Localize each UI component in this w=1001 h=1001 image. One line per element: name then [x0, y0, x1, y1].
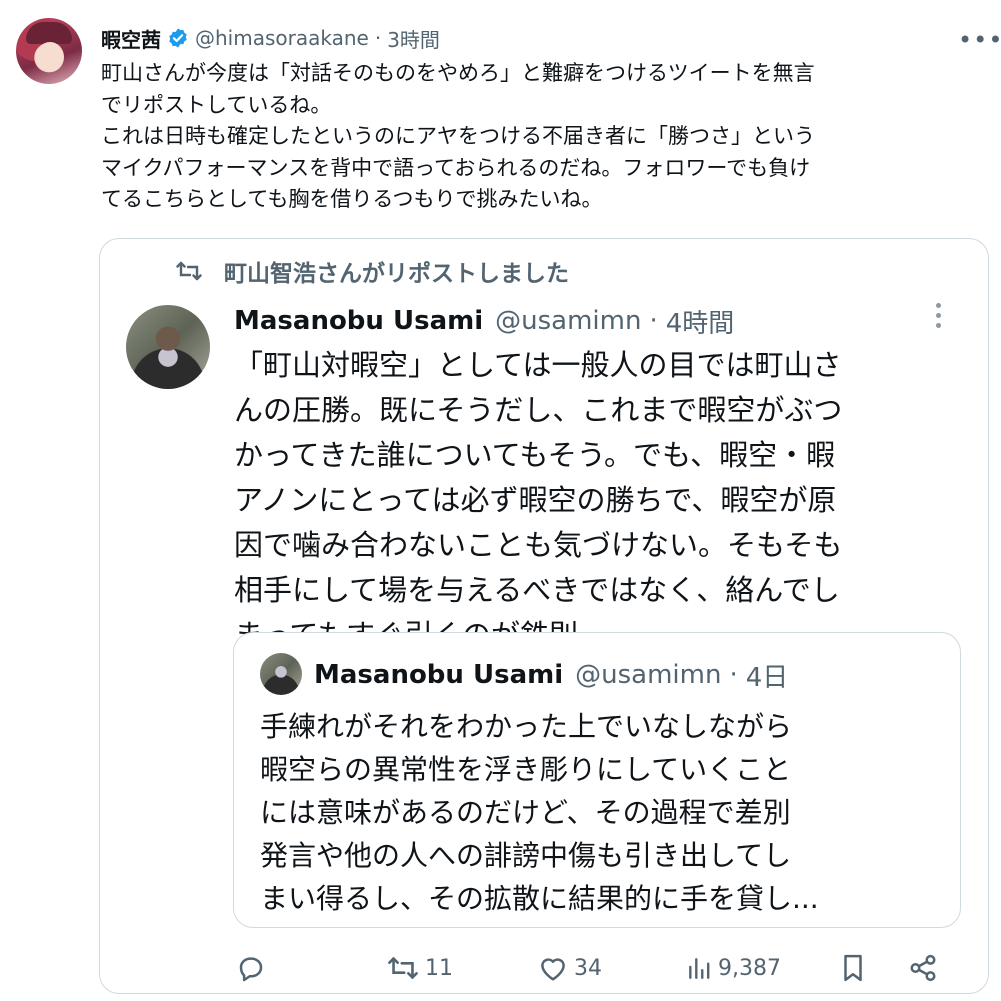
share-icon — [910, 954, 936, 982]
post-text: 町山さんが今度は「対話そのものをやめろ」と難癖をつけるツイートを無言 でリポスト… — [101, 61, 815, 211]
like-count: 34 — [574, 955, 602, 981]
author-handle[interactable]: @himasoraakane — [195, 26, 369, 50]
repost-context: 町山智浩さんがリポストしました — [176, 253, 569, 289]
action-bar: 11 34 9,387 — [100, 945, 988, 991]
inner-author-name: Masanobu Usami — [314, 660, 564, 690]
quoted-post-text: 「町山対暇空」としては一般人の目では町山さ んの圧勝。既にそうだし、これまで暇空… — [234, 348, 843, 652]
views-count: 9,387 — [718, 955, 781, 981]
bookmark-button[interactable] — [840, 945, 872, 991]
repost-button[interactable]: 11 — [387, 945, 453, 991]
like-button[interactable]: 34 — [538, 945, 602, 991]
quoted-avatar[interactable] — [126, 305, 210, 389]
inner-post-time: 4日 — [745, 662, 789, 693]
inner-author-row: Masanobu Usami @usamimn · 4日 — [314, 655, 788, 695]
repost-count: 11 — [425, 955, 453, 981]
inner-meta-separator: · — [729, 660, 738, 690]
reply-icon — [239, 957, 263, 982]
repost-count-icon — [388, 957, 418, 979]
quoted-post-time[interactable]: 4時間 — [666, 303, 735, 340]
inner-post-text: 手練れがそれをわかった上でいなしながら 暇空らの異常性を浮き彫りにしていくこと … — [260, 710, 819, 915]
views-icon — [689, 958, 710, 979]
quoted-author-handle[interactable]: @usamimn — [495, 306, 641, 336]
quoted-author-row: Masanobu Usami @usamimn · 4時間 — [234, 301, 734, 341]
more-icon[interactable]: ••• — [958, 26, 1001, 54]
avatar-face — [36, 42, 64, 72]
avatar[interactable] — [16, 18, 82, 84]
heart-icon — [541, 958, 565, 981]
quoted-author-name[interactable]: Masanobu Usami — [234, 306, 483, 336]
inner-avatar — [260, 653, 302, 695]
inner-quoted-card[interactable]: Masanobu Usami @usamimn · 4日 手練れがそれをわかった… — [233, 632, 961, 928]
author-name[interactable]: 暇空茜 — [101, 24, 161, 53]
reply-button[interactable] — [236, 945, 272, 991]
post-time[interactable]: 3時間 — [387, 24, 440, 53]
verified-badge-icon — [169, 28, 187, 48]
avatar-hat — [26, 22, 72, 44]
quoted-more-icon[interactable] — [936, 303, 944, 333]
quoted-meta-separator: · — [649, 306, 658, 336]
repost-icon — [176, 261, 202, 281]
inner-author-handle: @usamimn — [575, 660, 722, 690]
meta-separator: · — [374, 26, 382, 50]
views-button[interactable]: 9,387 — [686, 945, 781, 991]
post-author-row: 暇空茜 @himasoraakane · 3時間 — [101, 22, 440, 54]
reposted-tweet-card[interactable]: 町山智浩さんがリポストしました Masanobu Usami @usamimn … — [99, 238, 989, 994]
repost-label[interactable]: 町山智浩さんがリポストしました — [224, 254, 569, 288]
share-button[interactable] — [908, 945, 944, 991]
bookmark-icon — [844, 954, 862, 982]
